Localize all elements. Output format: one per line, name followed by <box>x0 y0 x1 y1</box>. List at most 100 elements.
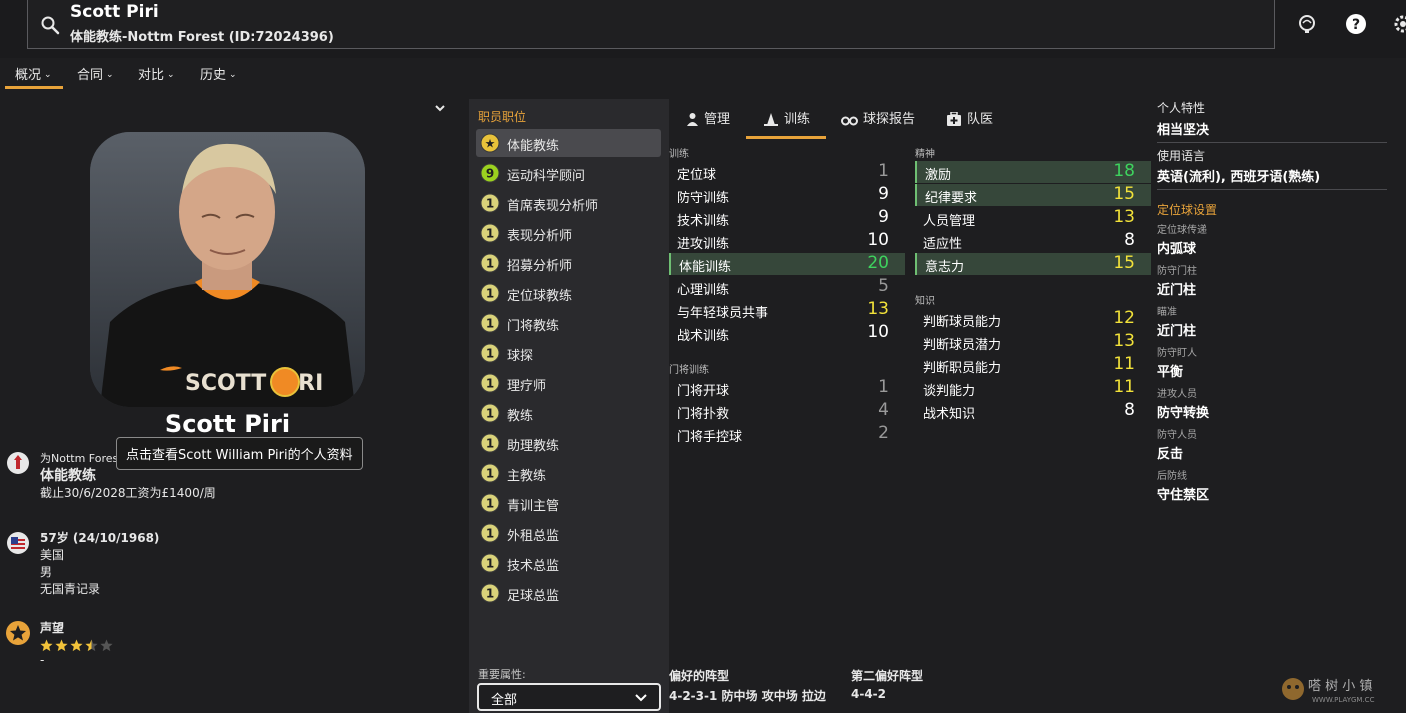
attribute-row[interactable]: 防守训练 9 <box>669 184 905 206</box>
setpiece-value: 反击 <box>1157 447 1184 462</box>
attribute-row[interactable]: 门将手控球 2 <box>669 423 905 445</box>
attribute-row[interactable]: 技术训练 9 <box>669 207 905 229</box>
attribute-value: 9 <box>878 207 889 227</box>
attribute-row[interactable]: 进攻训练 10 <box>669 230 905 252</box>
role-item[interactable]: 1 球探 <box>476 339 661 367</box>
role-item[interactable]: 1 招募分析师 <box>476 249 661 277</box>
role-item[interactable]: 1 青训主管 <box>476 489 661 517</box>
setpiece-value: 内弧球 <box>1157 242 1197 257</box>
nav-overview[interactable]: 概况 ⌄ <box>15 64 52 83</box>
staff-roles-panel: 职员职位 ★ 体能教练 9 运动科学顾问 1 首席表现分析师 1 表现分析师 1 招募分析师 1 定位… <box>469 99 669 713</box>
svg-text:1: 1 <box>486 287 494 301</box>
attribute-row[interactable]: 纪律要求 15 <box>915 184 1151 206</box>
key-attributes-select[interactable]: 全部 <box>477 683 661 711</box>
attribute-value: 13 <box>867 299 889 319</box>
tab-medical[interactable]: 队医 <box>946 108 993 138</box>
role-label: 主教练 <box>507 469 547 484</box>
attribute-name: 技术训练 <box>677 214 730 229</box>
preferred-formation-value: 4-2-3-1 防中场 攻中场 拉边 <box>669 689 826 703</box>
attribute-name: 定位球 <box>677 168 717 183</box>
role-item[interactable]: 9 运动科学顾问 <box>476 159 661 187</box>
nav-label: 历史 <box>200 68 227 83</box>
tab-scouting[interactable]: 球探报告 <box>841 108 915 138</box>
attribute-row[interactable]: 谈判能力 11 <box>915 377 1151 399</box>
star-badge-icon: ★ <box>480 133 500 153</box>
level-badge-icon: 1 <box>480 313 500 333</box>
usa-flag-icon[interactable] <box>5 530 31 556</box>
level-badge-icon: 1 <box>480 553 500 573</box>
attribute-value: 10 <box>867 230 889 250</box>
reputation-label: 声望 <box>40 621 65 635</box>
brain-icon[interactable] <box>1296 13 1318 35</box>
star-icon <box>70 639 83 652</box>
help-icon[interactable]: ? <box>1345 13 1367 35</box>
attribute-row[interactable]: 判断球员潜力 13 <box>915 331 1151 353</box>
role-label: 青训主管 <box>507 499 560 514</box>
attribute-row[interactable]: 门将开球 1 <box>669 377 905 399</box>
role-item[interactable]: 1 理疗师 <box>476 369 661 397</box>
attribute-name: 适应性 <box>923 237 963 252</box>
attribute-row[interactable]: 判断职员能力 11 <box>915 354 1151 376</box>
role-label: 运动科学顾问 <box>507 169 586 184</box>
role-label: 足球总监 <box>507 589 560 604</box>
reputation-stars <box>40 639 113 652</box>
select-value: 全部 <box>491 693 518 708</box>
tab-training[interactable]: 训练 <box>763 108 810 138</box>
attribute-row[interactable]: 定位球 1 <box>669 161 905 183</box>
attribute-row[interactable]: 与年轻球员共事 13 <box>669 299 905 321</box>
role-item[interactable]: 1 门将教练 <box>476 309 661 337</box>
svg-text:1: 1 <box>486 587 494 601</box>
nav-contract[interactable]: 合同 ⌄ <box>77 64 114 83</box>
svg-text:1: 1 <box>486 257 494 271</box>
nav-label: 对比 <box>138 68 165 83</box>
attribute-row[interactable]: 战术训练 10 <box>669 322 905 344</box>
role-item[interactable]: 1 助理教练 <box>476 429 661 457</box>
level-badge-icon: 9 <box>480 163 500 183</box>
role-item[interactable]: 1 首席表现分析师 <box>476 189 661 217</box>
tab-label: 队医 <box>967 112 994 127</box>
role-item[interactable]: 1 技术总监 <box>476 549 661 577</box>
gear-icon[interactable] <box>1392 13 1406 35</box>
role-item[interactable]: 1 主教练 <box>476 459 661 487</box>
role-item[interactable]: 1 教练 <box>476 399 661 427</box>
setpiece-value: 防守转换 <box>1157 406 1210 421</box>
attribute-name: 人员管理 <box>923 214 976 229</box>
attribute-row[interactable]: 门将扑救 4 <box>669 400 905 422</box>
role-item[interactable]: ★ 体能教练 <box>476 129 661 157</box>
role-item[interactable]: 1 定位球教练 <box>476 279 661 307</box>
preferred-formation-label: 偏好的阵型 <box>669 669 730 683</box>
role-item[interactable]: 1 足球总监 <box>476 579 661 607</box>
svg-text:9: 9 <box>486 167 494 181</box>
level-badge-icon: 1 <box>480 523 500 543</box>
attribute-value: 2 <box>878 423 889 443</box>
attribute-row[interactable]: 体能训练 20 <box>669 253 905 275</box>
attribute-row[interactable]: 适应性 8 <box>915 230 1151 252</box>
search-icon[interactable] <box>40 15 60 35</box>
setpiece-label: 防守人员 <box>1157 430 1197 441</box>
role-item[interactable]: 1 外租总监 <box>476 519 661 547</box>
section-training-title: 训练 <box>669 149 689 160</box>
attribute-row[interactable]: 意志力 15 <box>915 253 1151 275</box>
setpiece-label: 防守盯人 <box>1157 348 1197 359</box>
attribute-value: 15 <box>1113 253 1135 273</box>
attribute-row[interactable]: 人员管理 13 <box>915 207 1151 229</box>
setpiece-label: 瞄准 <box>1157 307 1177 318</box>
binoculars-icon <box>841 116 858 126</box>
section-gk-title: 门将训练 <box>669 365 709 376</box>
attribute-value: 11 <box>1113 377 1135 397</box>
attribute-row[interactable]: 战术知识 8 <box>915 400 1151 422</box>
svg-text:WWW.PLAYGM.CC: WWW.PLAYGM.CC <box>1312 696 1375 704</box>
attribute-row[interactable]: 心理训练 5 <box>669 276 905 298</box>
attribute-row[interactable]: 判断球员能力 12 <box>915 308 1151 330</box>
nav-compare[interactable]: 对比 ⌄ <box>138 64 175 83</box>
chevron-down-icon[interactable] <box>433 101 447 115</box>
tab-management[interactable]: 管理 <box>686 108 730 138</box>
setpiece-value: 近门柱 <box>1157 283 1197 298</box>
nav-history[interactable]: 历史 ⌄ <box>200 64 237 83</box>
role-item[interactable]: 1 表现分析师 <box>476 219 661 247</box>
attribute-row[interactable]: 激励 18 <box>915 161 1151 183</box>
search-box[interactable]: Scott Piri 体能教练-Nottm Forest (ID:7202439… <box>27 0 1275 49</box>
staff-portrait[interactable]: SCOTT PIRI <box>90 132 365 407</box>
club-crest-icon[interactable] <box>5 450 31 476</box>
tab-label: 管理 <box>704 112 731 127</box>
